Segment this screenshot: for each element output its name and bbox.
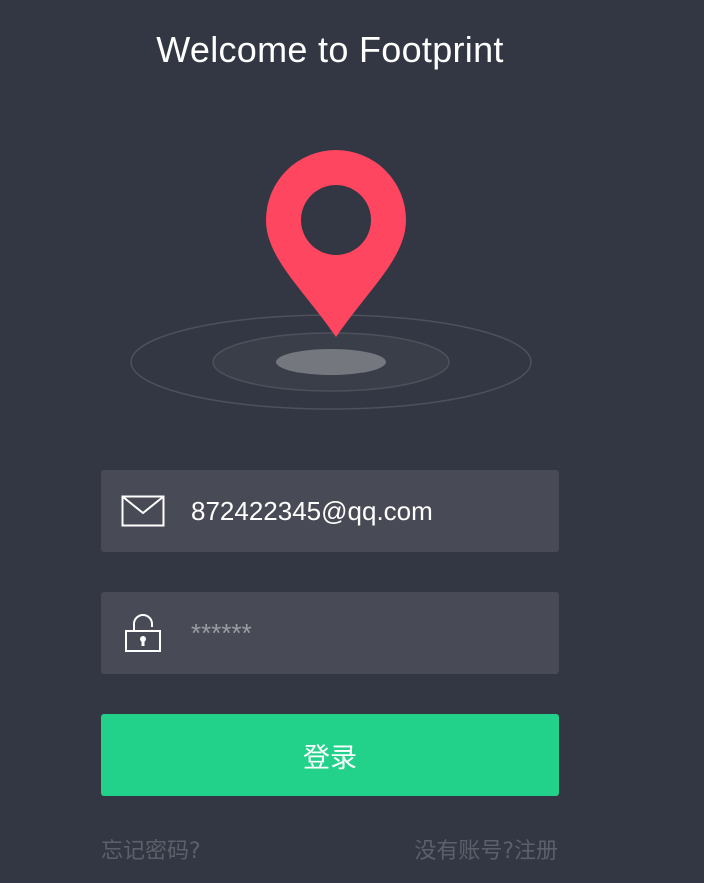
location-illustration xyxy=(130,150,532,410)
password-input[interactable] xyxy=(191,592,541,674)
forgot-password-link[interactable]: 忘记密码? xyxy=(101,835,201,869)
login-button[interactable]: 登录 xyxy=(101,714,559,796)
email-input[interactable] xyxy=(191,470,541,552)
mail-icon xyxy=(121,491,165,531)
email-field[interactable] xyxy=(101,470,559,552)
register-link[interactable]: 没有账号?注册 xyxy=(414,835,558,869)
location-pin-icon xyxy=(266,150,406,337)
lock-icon xyxy=(121,613,165,653)
password-field[interactable] xyxy=(101,592,559,674)
page-title: Welcome to Footprint xyxy=(156,29,504,70)
pin-shadow xyxy=(276,349,386,375)
